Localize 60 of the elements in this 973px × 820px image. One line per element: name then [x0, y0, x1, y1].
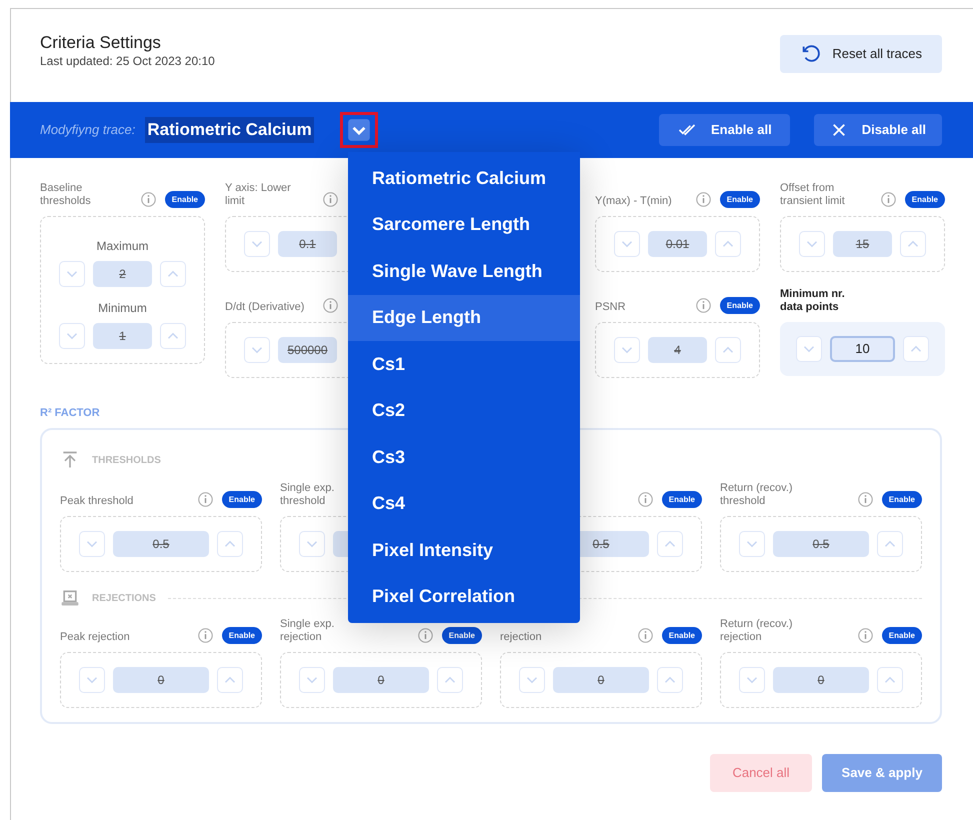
- criterion-label: D/dt (Derivative): [225, 301, 304, 314]
- criterion-label: Offset from transient limit: [780, 182, 846, 208]
- criterion-label: PSNR: [595, 301, 626, 314]
- criterion-label: Single exp. threshold: [280, 482, 336, 508]
- enable-toggle[interactable]: Enable: [164, 191, 205, 208]
- number-field[interactable]: 0: [553, 667, 649, 693]
- number-field[interactable]: 0: [333, 667, 429, 693]
- number-field[interactable]: 0.5: [113, 531, 209, 557]
- enable-toggle[interactable]: Enable: [882, 491, 922, 508]
- menu-item[interactable]: Cs1: [348, 341, 580, 388]
- number-field[interactable]: 1: [93, 323, 152, 349]
- number-field[interactable]: 0.5: [773, 531, 869, 557]
- number-field[interactable]: 2: [93, 261, 152, 287]
- menu-item[interactable]: Sarcomere Length: [348, 202, 580, 248]
- enable-toggle[interactable]: Enable: [882, 627, 922, 644]
- last-updated-text: Last updated: 25 Oct 2023 20:10: [40, 53, 215, 69]
- enable-toggle[interactable]: Enable: [720, 191, 760, 208]
- enable-toggle[interactable]: Enable: [662, 491, 702, 508]
- number-field[interactable]: 0: [773, 667, 869, 693]
- value-label: Minimum: [97, 300, 148, 317]
- criterion-label: Peak rejection: [60, 631, 130, 644]
- menu-item[interactable]: Cs4: [348, 480, 580, 527]
- dialog-title: Criteria Settings: [40, 33, 162, 53]
- enable-toggle[interactable]: Enable: [442, 627, 482, 644]
- trace-label: Modyfiyng trace:: [40, 121, 136, 140]
- criterion-label: Minimum nr. data points: [780, 288, 846, 314]
- subsection-title: THRESHOLDS: [92, 454, 161, 468]
- number-field[interactable]: 10: [830, 336, 895, 362]
- criterion-label: Y axis: Lower limit: [225, 182, 292, 208]
- disable-all-button[interactable]: Disable all: [814, 114, 942, 146]
- subsection-title: REJECTIONS: [92, 592, 156, 606]
- enable-toggle[interactable]: Enable: [222, 491, 262, 508]
- enable-toggle[interactable]: Enable: [904, 191, 945, 208]
- number-field[interactable]: 0: [113, 667, 209, 693]
- number-field[interactable]: 0.1: [278, 231, 337, 257]
- value-label: Maximum: [95, 238, 150, 255]
- criterion-label: Single exp. rejection: [280, 618, 336, 644]
- trace-name: Ratiometric Calcium: [145, 117, 314, 143]
- number-field[interactable]: 0.01: [648, 231, 707, 257]
- criterion-label: Peak threshold: [60, 495, 134, 508]
- reset-all-traces-button[interactable]: Reset all traces: [780, 35, 942, 73]
- criterion-label: Return (recov.) rejection: [720, 618, 794, 644]
- enable-toggle[interactable]: Enable: [720, 297, 760, 314]
- menu-item[interactable]: Single Wave Length: [348, 248, 580, 294]
- enable-all-button[interactable]: Enable all: [658, 114, 790, 146]
- number-field[interactable]: 15: [833, 231, 892, 257]
- criterion-label: Y(max) - T(min): [595, 195, 672, 208]
- criterion-label: Baseline thresholds: [40, 182, 92, 208]
- section-title: R² FACTOR: [40, 406, 100, 420]
- menu-item[interactable]: Ratiometric Calcium: [348, 155, 580, 202]
- number-field[interactable]: 500000: [278, 337, 337, 363]
- menu-item[interactable]: Edge Length: [348, 294, 580, 341]
- number-field[interactable]: 4: [648, 337, 707, 363]
- enable-toggle[interactable]: Enable: [222, 627, 262, 644]
- criterion-label: rejection: [500, 631, 542, 644]
- menu-item[interactable]: Cs2: [348, 388, 580, 434]
- criterion-label: Return (recov.) threshold: [720, 482, 794, 508]
- enable-toggle[interactable]: Enable: [662, 627, 702, 644]
- menu-item[interactable]: Pixel Correlation: [348, 574, 580, 620]
- menu-item[interactable]: Cs3: [348, 434, 580, 480]
